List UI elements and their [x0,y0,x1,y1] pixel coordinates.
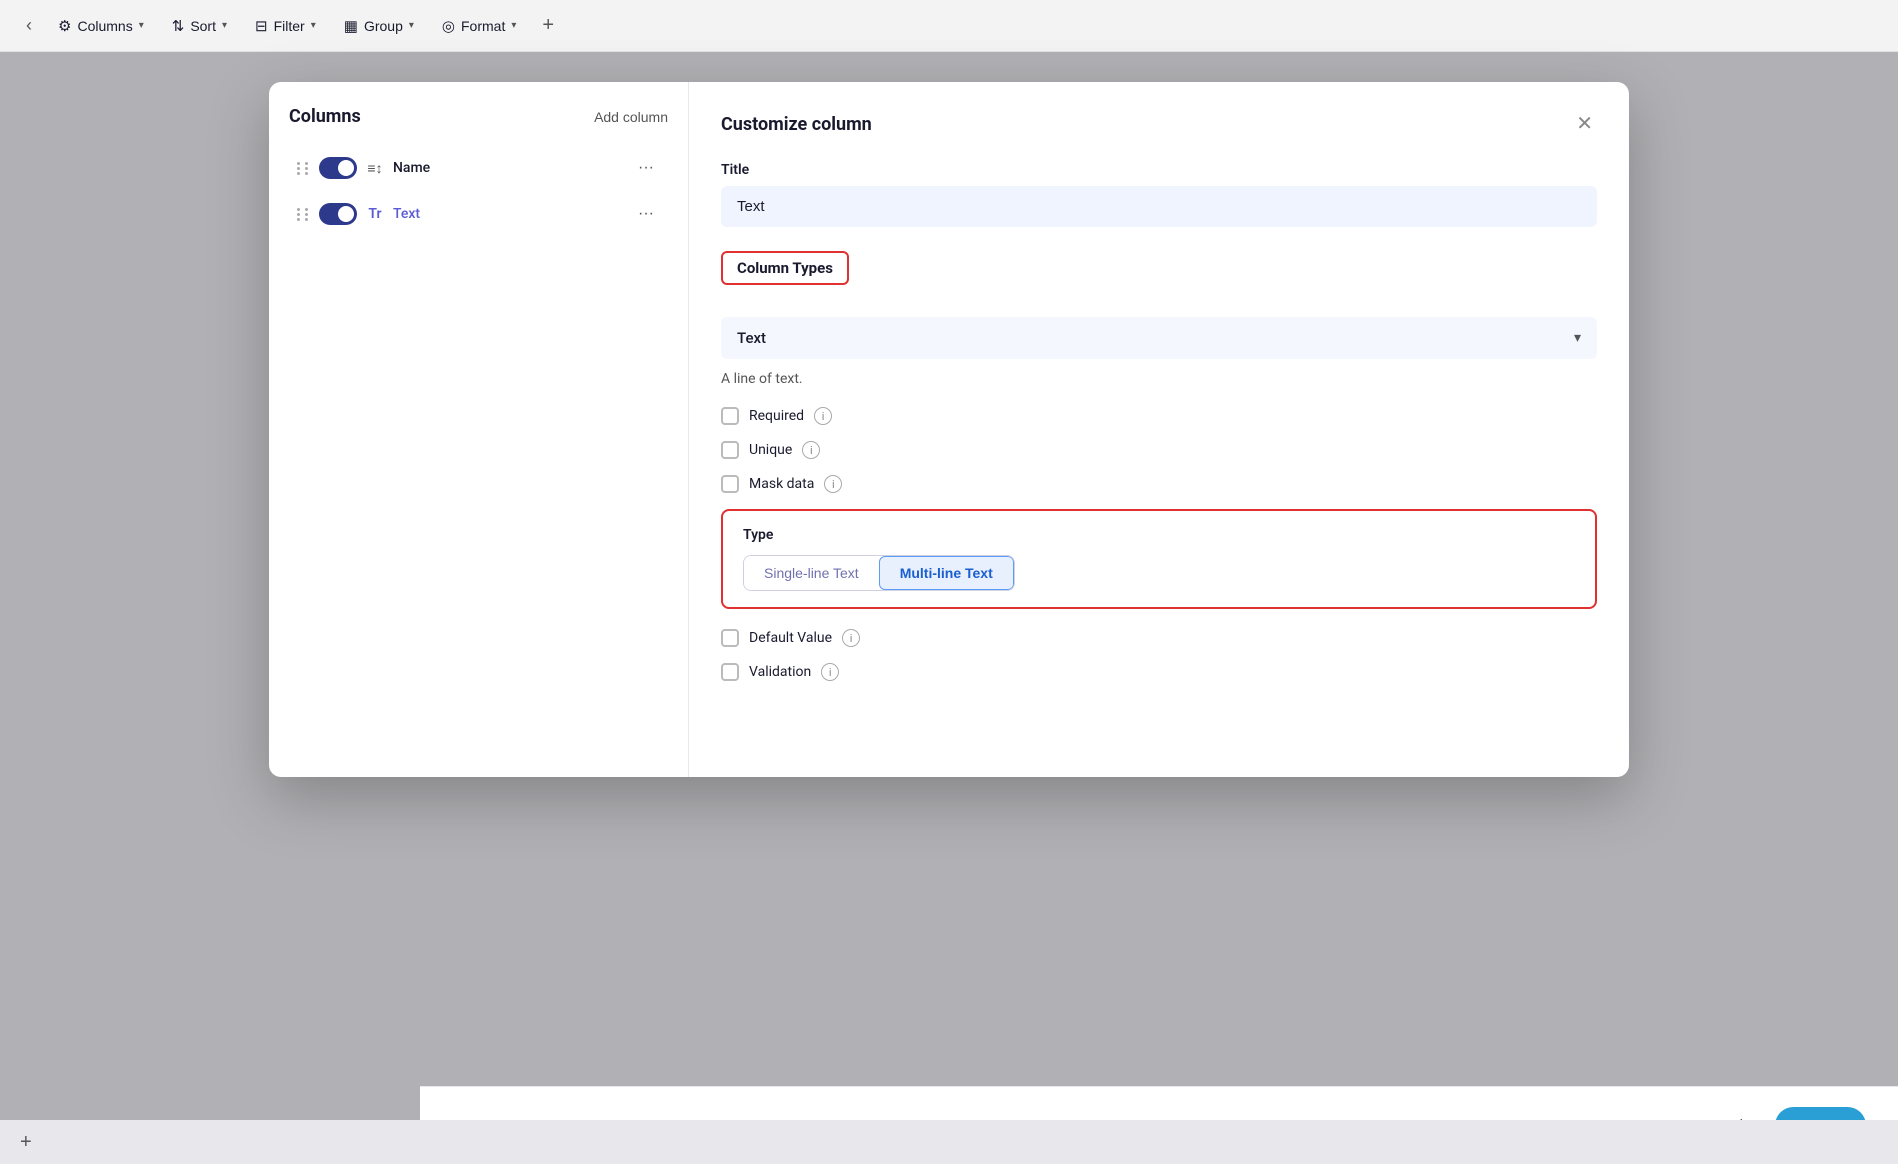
columns-icon: ⚙ [58,17,71,35]
toolbar-plus-button[interactable]: + [532,10,564,41]
add-column-button[interactable]: Add column [594,109,668,125]
mask-data-info-icon[interactable]: i [824,475,842,493]
sort-chevron: ▾ [222,20,227,31]
type-description: A line of text. [721,371,1597,387]
text-type-icon: Tr [365,206,385,222]
mask-data-label: Mask data [749,476,814,492]
unique-row: Unique i [721,441,1597,459]
format-icon: ◎ [442,17,455,35]
toggle-text[interactable] [319,203,357,225]
required-row: Required i [721,407,1597,425]
columns-panel-title: Columns [289,106,361,127]
column-types-label: Column Types [721,251,849,285]
bottom-bar: + [0,1120,1898,1164]
type-box-label: Type [743,527,1575,543]
columns-chevron: ▾ [139,20,144,31]
default-value-checkbox[interactable] [721,629,739,647]
drag-dot [297,172,300,175]
multi-line-text-option[interactable]: Multi-line Text [879,556,1014,590]
type-selection-box: Type Single-line Text Multi-line Text [721,509,1597,609]
filter-label: Filter [274,18,305,34]
validation-label: Validation [749,664,811,680]
name-type-icon: ≡↕ [365,160,385,177]
columns-button[interactable]: ⚙ Columns ▾ [46,11,156,41]
mask-data-row: Mask data i [721,475,1597,493]
dialog: Columns Add column ≡↕ Name ··· [269,82,1629,777]
drag-dot [305,208,308,211]
column-text-label: Text [393,206,624,222]
filter-chevron: ▾ [311,20,316,31]
default-value-info-icon[interactable]: i [842,629,860,647]
format-button[interactable]: ◎ Format ▾ [430,11,528,41]
group-label: Group [364,18,403,34]
customize-title: Customize column [721,114,872,135]
customize-header: Customize column ✕ [721,110,1597,138]
back-button[interactable]: ‹ [16,9,42,42]
column-name-label: Name [393,160,624,176]
required-checkbox[interactable] [721,407,739,425]
group-icon: ▦ [344,17,358,35]
column-row-name: ≡↕ Name ··· [289,147,668,189]
column-row-text: Tr Text ··· [289,193,668,235]
unique-label: Unique [749,442,792,458]
type-dropdown-value: Text [737,329,766,347]
format-chevron: ▾ [511,20,516,31]
format-label: Format [461,18,505,34]
type-dropdown[interactable]: Text ▾ [721,317,1597,359]
title-section-label: Title [721,162,1597,178]
required-info-icon[interactable]: i [814,407,832,425]
close-button[interactable]: ✕ [1572,110,1597,138]
default-value-label: Default Value [749,630,832,646]
type-dropdown-chevron-icon: ▾ [1574,330,1581,346]
drag-dot [305,172,308,175]
columns-panel: Columns Add column ≡↕ Name ··· [269,82,689,777]
required-label: Required [749,408,804,424]
drag-dot [297,218,300,221]
group-button[interactable]: ▦ Group ▾ [332,11,426,41]
bottom-plus-button[interactable]: + [20,1131,32,1154]
filter-icon: ⊟ [255,17,268,35]
drag-dot [297,213,300,216]
unique-info-icon[interactable]: i [802,441,820,459]
sort-button[interactable]: ⇅ Sort ▾ [160,11,239,41]
mask-data-checkbox[interactable] [721,475,739,493]
drag-dot [305,162,308,165]
sort-label: Sort [190,18,216,34]
unique-checkbox[interactable] [721,441,739,459]
single-line-text-option[interactable]: Single-line Text [744,556,879,590]
drag-handle-name[interactable] [297,162,311,175]
drag-dot [297,208,300,211]
column-name-more-button[interactable]: ··· [632,157,660,179]
type-options-group: Single-line Text Multi-line Text [743,555,1015,591]
drag-dot [305,167,308,170]
overlay: Columns Add column ≡↕ Name ··· [0,52,1898,1164]
drag-dot [305,218,308,221]
column-text-more-button[interactable]: ··· [632,203,660,225]
columns-label: Columns [77,18,132,34]
columns-panel-header: Columns Add column [289,106,668,127]
validation-info-icon[interactable]: i [821,663,839,681]
toolbar: ‹ ⚙ Columns ▾ ⇅ Sort ▾ ⊟ Filter ▾ ▦ Grou… [0,0,1898,52]
drag-dot [305,213,308,216]
default-value-row: Default Value i [721,629,1597,647]
filter-button[interactable]: ⊟ Filter ▾ [243,11,328,41]
drag-handle-text[interactable] [297,208,311,221]
validation-row: Validation i [721,663,1597,681]
customize-panel: Customize column ✕ Title Column Types Te… [689,82,1629,777]
group-chevron: ▾ [409,20,414,31]
validation-checkbox[interactable] [721,663,739,681]
toggle-name[interactable] [319,157,357,179]
drag-dot [297,162,300,165]
sort-icon: ⇅ [172,17,185,35]
drag-dot [297,167,300,170]
title-input[interactable] [721,186,1597,227]
